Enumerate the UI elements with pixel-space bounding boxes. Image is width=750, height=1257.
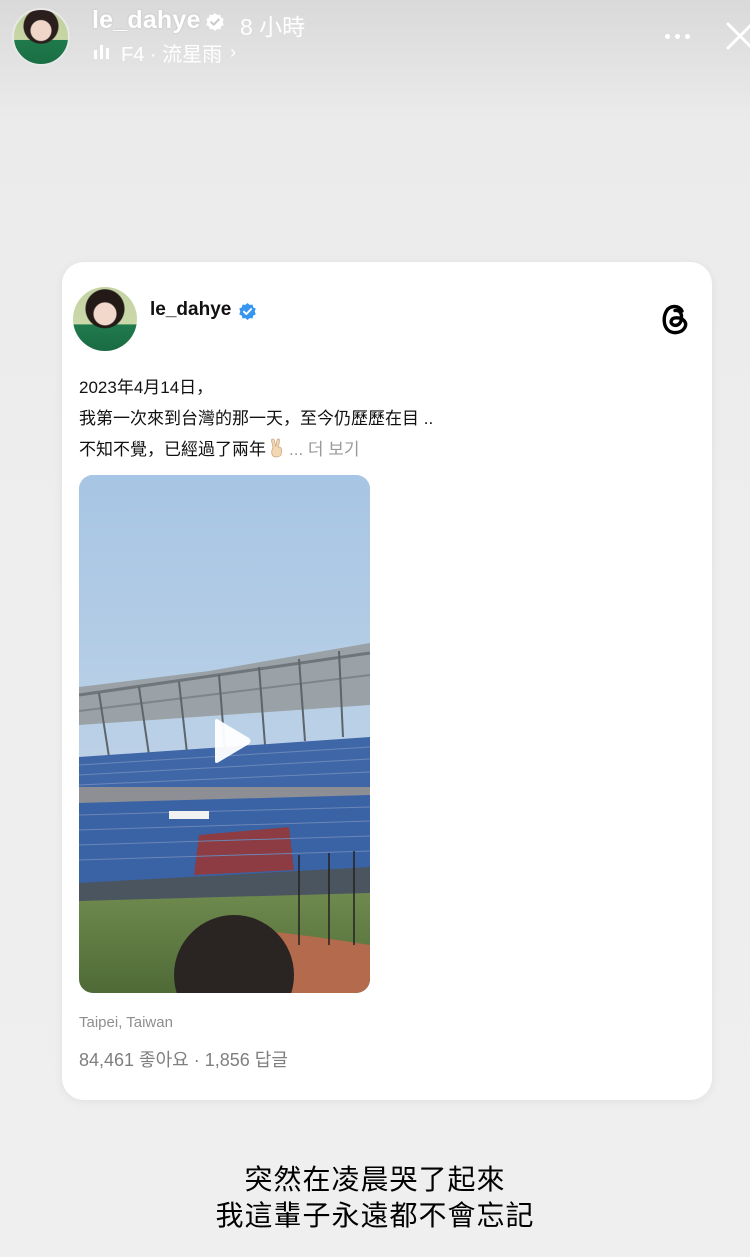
post-location[interactable]: Taipei, Taiwan — [79, 1014, 173, 1031]
post-avatar[interactable] — [73, 287, 137, 351]
more-options-button[interactable] — [660, 26, 694, 46]
post-line-3: 不知不覺，已經過了兩年 — [79, 440, 266, 459]
music-label: F4 · 流星雨 — [121, 43, 223, 66]
threads-logo-icon[interactable] — [657, 299, 693, 337]
more-dots-icon — [664, 33, 670, 39]
see-more-link[interactable]: ... 더 보기 — [289, 440, 360, 459]
post-line-2: 我第一次來到台灣的那一天，至今仍歷歷在目 .. — [79, 409, 434, 428]
video-thumbnail[interactable] — [79, 475, 370, 993]
story-header: le_dahye 8 小時 F4 · 流星雨 › — [0, 0, 750, 80]
chevron-right-icon: › — [230, 41, 237, 62]
peace-hand-icon — [271, 438, 282, 458]
caption-line-1: 突然在凌晨哭了起來 — [244, 1164, 506, 1195]
post-line-1: 2023年4月14日， — [79, 378, 214, 397]
verified-icon — [206, 13, 224, 31]
story-caption: 突然在凌晨哭了起來 我這輩子永遠都不會忘記 — [0, 1162, 750, 1234]
story-username[interactable]: le_dahye — [92, 6, 201, 35]
story-time: 8 小時 — [240, 14, 306, 40]
music-bars-icon — [94, 45, 109, 59]
post-stats: 84,461 좋아요 · 1,856 답글 — [79, 1050, 288, 1070]
post-username[interactable]: le_dahye — [150, 299, 231, 321]
verified-icon — [239, 302, 256, 321]
caption-line-2: 我這輩子永遠都不會忘記 — [215, 1200, 535, 1231]
music-track[interactable]: F4 · 流星雨 › — [94, 40, 237, 66]
play-icon[interactable] — [209, 717, 253, 765]
story-avatar[interactable] — [12, 8, 70, 66]
close-icon[interactable] — [724, 18, 750, 54]
post-line-3-row: 不知不覺，已經過了兩年 ... 더 보기 — [79, 434, 433, 465]
post-text: 2023年4月14日， 我第一次來到台灣的那一天，至今仍歷歷在目 .. 不知不覺… — [79, 372, 433, 465]
threads-post-card[interactable]: le_dahye 2023年4月14日， 我第一次來到台灣的那一天，至今仍歷歷在… — [62, 262, 712, 1100]
